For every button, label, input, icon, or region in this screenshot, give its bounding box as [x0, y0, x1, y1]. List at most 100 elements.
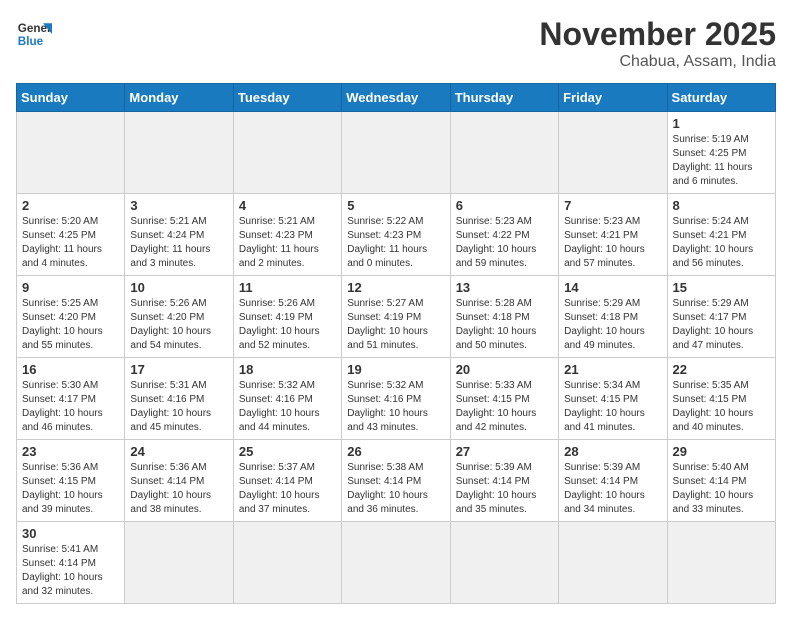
logo-icon: General Blue	[16, 16, 52, 52]
day-info: Sunrise: 5:30 AM Sunset: 4:17 PM Dayligh…	[22, 379, 119, 435]
page-header: General Blue November 2025 Chabua, Assam…	[16, 16, 776, 71]
calendar-week-row: 1 Sunrise: 5:19 AM Sunset: 4:25 PM Daylig…	[17, 112, 776, 194]
day-info: Sunrise: 5:34 AM Sunset: 4:15 PM Dayligh…	[564, 379, 661, 435]
calendar-day-cell: 11Sunrise: 5:26 AM Sunset: 4:19 PM Dayli…	[233, 276, 341, 358]
day-info: Sunrise: 5:25 AM Sunset: 4:20 PM Dayligh…	[22, 297, 119, 353]
day-number: 29	[673, 444, 770, 459]
calendar-day-cell: 2 Sunrise: 5:20 AM Sunset: 4:25 PM Daylig…	[17, 194, 125, 276]
calendar-day-cell: 8Sunrise: 5:24 AM Sunset: 4:21 PM Daylig…	[667, 194, 775, 276]
calendar-day-cell: 12 Sunrise: 5:27 AM Sunset: 4:19 PM Dayli…	[342, 276, 450, 358]
calendar-day-cell: 23 Sunrise: 5:36 AM Sunset: 4:15 PM Dayli…	[17, 440, 125, 522]
calendar-header-row: SundayMondayTuesdayWednesdayThursdayFrid…	[17, 84, 776, 112]
calendar-day-cell: 14Sunrise: 5:29 AM Sunset: 4:18 PM Dayli…	[559, 276, 667, 358]
day-number: 17	[130, 362, 227, 377]
day-number: 6	[456, 198, 553, 213]
day-number: 1	[673, 116, 770, 131]
month-title: November 2025	[539, 16, 776, 53]
day-info: Sunrise: 5:37 AM Sunset: 4:14 PM Dayligh…	[239, 461, 336, 517]
calendar-day-cell: 1 Sunrise: 5:19 AM Sunset: 4:25 PM Daylig…	[667, 112, 775, 194]
day-number: 25	[239, 444, 336, 459]
day-number: 14	[564, 280, 661, 295]
day-number: 4	[239, 198, 336, 213]
calendar-week-row: 30 Sunrise: 5:41 AM Sunset: 4:14 PM Dayli…	[17, 522, 776, 604]
calendar-day-cell: 9Sunrise: 5:25 AM Sunset: 4:20 PM Daylig…	[17, 276, 125, 358]
svg-text:Blue: Blue	[18, 35, 44, 48]
day-info: Sunrise: 5:28 AM Sunset: 4:18 PM Dayligh…	[456, 297, 553, 353]
day-info: Sunrise: 5:22 AM Sunset: 4:23 PM Dayligh…	[347, 215, 444, 271]
day-info: Sunrise: 5:20 AM Sunset: 4:25 PM Dayligh…	[22, 215, 119, 271]
calendar-day-cell	[125, 112, 233, 194]
day-info: Sunrise: 5:23 AM Sunset: 4:21 PM Dayligh…	[564, 215, 661, 271]
day-info: Sunrise: 5:27 AM Sunset: 4:19 PM Dayligh…	[347, 297, 444, 353]
calendar-day-cell: 3Sunrise: 5:21 AM Sunset: 4:24 PM Daylig…	[125, 194, 233, 276]
day-info: Sunrise: 5:21 AM Sunset: 4:23 PM Dayligh…	[239, 215, 336, 271]
day-info: Sunrise: 5:29 AM Sunset: 4:17 PM Dayligh…	[673, 297, 770, 353]
day-info: Sunrise: 5:32 AM Sunset: 4:16 PM Dayligh…	[347, 379, 444, 435]
calendar-day-cell: 15Sunrise: 5:29 AM Sunset: 4:17 PM Dayli…	[667, 276, 775, 358]
calendar-day-cell	[450, 112, 558, 194]
calendar-day-cell	[450, 522, 558, 604]
day-number: 5	[347, 198, 444, 213]
day-info: Sunrise: 5:41 AM Sunset: 4:14 PM Dayligh…	[22, 543, 119, 599]
day-number: 10	[130, 280, 227, 295]
calendar-day-cell	[17, 112, 125, 194]
day-number: 24	[130, 444, 227, 459]
day-of-week-header: Thursday	[450, 84, 558, 112]
calendar-day-cell: 4 Sunrise: 5:21 AM Sunset: 4:23 PM Daylig…	[233, 194, 341, 276]
calendar-day-cell	[342, 522, 450, 604]
day-number: 7	[564, 198, 661, 213]
calendar-day-cell: 22 Sunrise: 5:35 AM Sunset: 4:15 PM Dayli…	[667, 358, 775, 440]
day-info: Sunrise: 5:24 AM Sunset: 4:21 PM Dayligh…	[673, 215, 770, 271]
calendar-day-cell	[233, 112, 341, 194]
day-info: Sunrise: 5:36 AM Sunset: 4:15 PM Dayligh…	[22, 461, 119, 517]
day-of-week-header: Sunday	[17, 84, 125, 112]
day-number: 26	[347, 444, 444, 459]
calendar-day-cell: 24 Sunrise: 5:36 AM Sunset: 4:14 PM Dayli…	[125, 440, 233, 522]
day-number: 28	[564, 444, 661, 459]
day-info: Sunrise: 5:26 AM Sunset: 4:20 PM Dayligh…	[130, 297, 227, 353]
calendar-day-cell: 17 Sunrise: 5:31 AM Sunset: 4:16 PM Dayli…	[125, 358, 233, 440]
day-info: Sunrise: 5:33 AM Sunset: 4:15 PM Dayligh…	[456, 379, 553, 435]
calendar-day-cell: 10 Sunrise: 5:26 AM Sunset: 4:20 PM Dayli…	[125, 276, 233, 358]
day-info: Sunrise: 5:35 AM Sunset: 4:15 PM Dayligh…	[673, 379, 770, 435]
calendar-week-row: 16 Sunrise: 5:30 AM Sunset: 4:17 PM Dayli…	[17, 358, 776, 440]
day-info: Sunrise: 5:36 AM Sunset: 4:14 PM Dayligh…	[130, 461, 227, 517]
day-number: 21	[564, 362, 661, 377]
day-of-week-header: Wednesday	[342, 84, 450, 112]
calendar-day-cell: 26 Sunrise: 5:38 AM Sunset: 4:14 PM Dayli…	[342, 440, 450, 522]
calendar-day-cell: 30 Sunrise: 5:41 AM Sunset: 4:14 PM Dayli…	[17, 522, 125, 604]
day-number: 23	[22, 444, 119, 459]
day-number: 11	[239, 280, 336, 295]
day-number: 16	[22, 362, 119, 377]
day-number: 12	[347, 280, 444, 295]
day-number: 19	[347, 362, 444, 377]
day-of-week-header: Saturday	[667, 84, 775, 112]
calendar-day-cell	[342, 112, 450, 194]
day-of-week-header: Friday	[559, 84, 667, 112]
calendar-week-row: 2 Sunrise: 5:20 AM Sunset: 4:25 PM Daylig…	[17, 194, 776, 276]
day-of-week-header: Monday	[125, 84, 233, 112]
day-number: 30	[22, 526, 119, 541]
day-info: Sunrise: 5:19 AM Sunset: 4:25 PM Dayligh…	[673, 133, 770, 189]
calendar-week-row: 23 Sunrise: 5:36 AM Sunset: 4:15 PM Dayli…	[17, 440, 776, 522]
calendar-day-cell	[559, 112, 667, 194]
calendar-day-cell	[125, 522, 233, 604]
calendar-day-cell	[559, 522, 667, 604]
day-number: 22	[673, 362, 770, 377]
calendar-day-cell	[233, 522, 341, 604]
day-info: Sunrise: 5:39 AM Sunset: 4:14 PM Dayligh…	[456, 461, 553, 517]
day-info: Sunrise: 5:32 AM Sunset: 4:16 PM Dayligh…	[239, 379, 336, 435]
calendar-day-cell: 28Sunrise: 5:39 AM Sunset: 4:14 PM Dayli…	[559, 440, 667, 522]
calendar-day-cell: 13Sunrise: 5:28 AM Sunset: 4:18 PM Dayli…	[450, 276, 558, 358]
calendar-day-cell: 29Sunrise: 5:40 AM Sunset: 4:14 PM Dayli…	[667, 440, 775, 522]
calendar-day-cell: 27Sunrise: 5:39 AM Sunset: 4:14 PM Dayli…	[450, 440, 558, 522]
day-number: 2	[22, 198, 119, 213]
day-number: 18	[239, 362, 336, 377]
calendar-day-cell: 18 Sunrise: 5:32 AM Sunset: 4:16 PM Dayli…	[233, 358, 341, 440]
logo: General Blue	[16, 16, 52, 52]
day-info: Sunrise: 5:38 AM Sunset: 4:14 PM Dayligh…	[347, 461, 444, 517]
day-info: Sunrise: 5:31 AM Sunset: 4:16 PM Dayligh…	[130, 379, 227, 435]
day-number: 3	[130, 198, 227, 213]
day-number: 20	[456, 362, 553, 377]
calendar-table: SundayMondayTuesdayWednesdayThursdayFrid…	[16, 83, 776, 604]
